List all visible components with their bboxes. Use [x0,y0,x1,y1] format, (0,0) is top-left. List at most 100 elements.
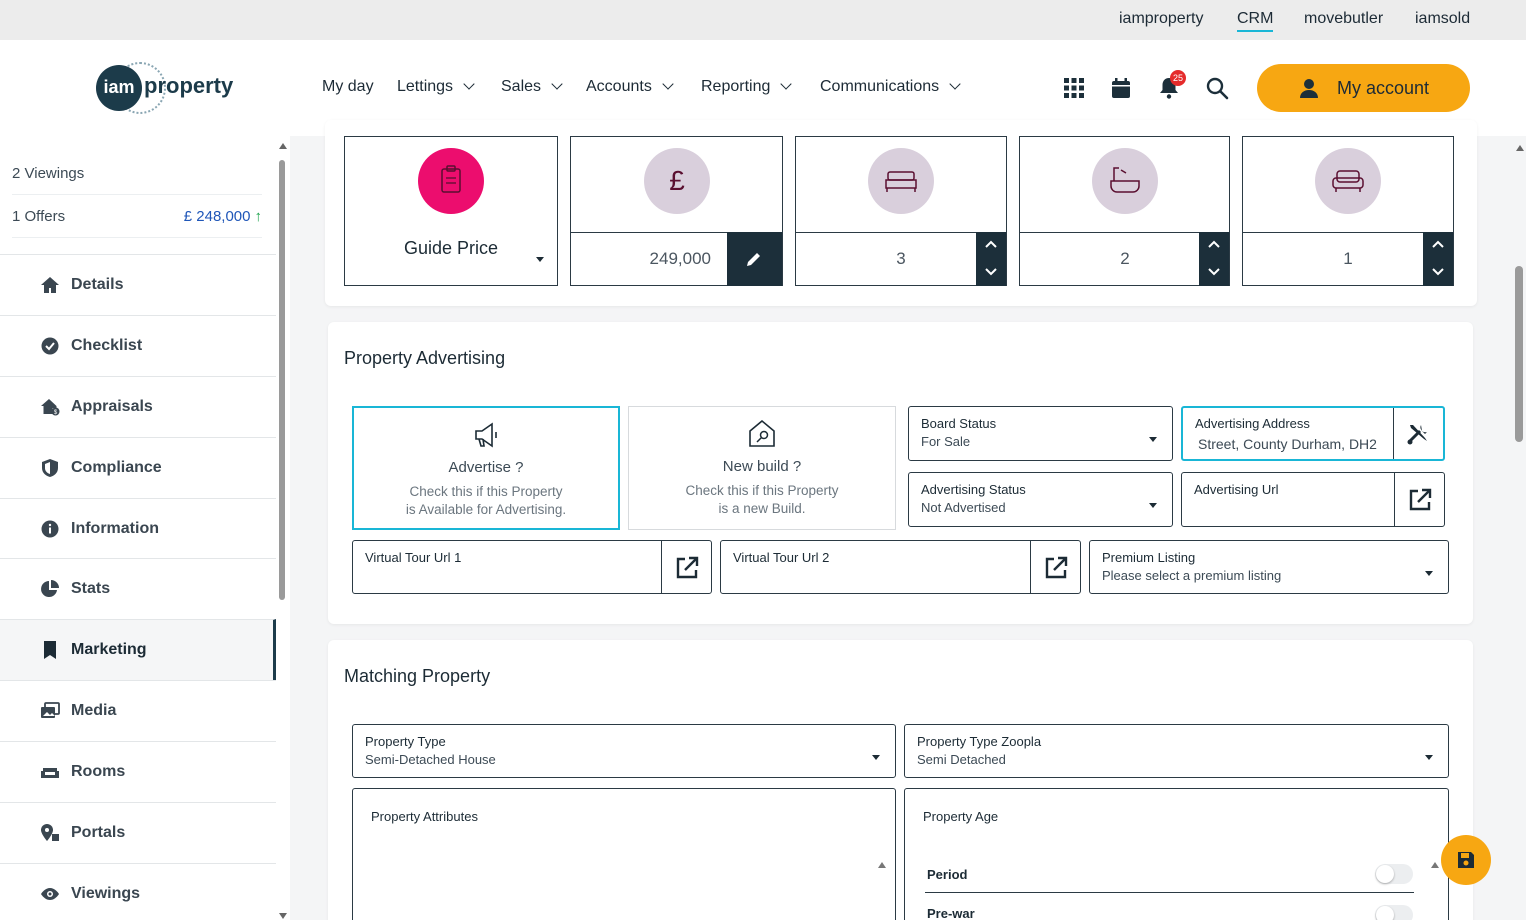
scroll-up-icon[interactable] [1430,861,1440,869]
scroll-down-icon[interactable] [278,912,288,920]
apps-grid-icon[interactable] [1062,76,1086,100]
property-type-zoopla-select[interactable]: Property Type Zoopla Semi Detached [904,724,1449,778]
prewar-toggle[interactable] [1375,905,1413,920]
property-type-value: Semi-Detached House [365,752,496,767]
caret-down-icon [536,257,544,262]
receptions-input[interactable]: 1 [1243,249,1453,269]
caret-down-icon [1425,755,1433,760]
board-status-select[interactable]: Board Status For Sale [908,406,1173,461]
property-type-label: Property Type [365,734,446,749]
nav-label: Lettings [397,78,454,95]
images-icon [41,702,60,718]
my-account-button[interactable]: My account [1257,64,1470,112]
scroll-up-icon[interactable] [278,142,288,150]
nav-sales[interactable]: Sales [501,78,563,96]
virtual-tour-1-open-button[interactable] [661,541,711,593]
sidebar-item-information[interactable]: Information [0,498,276,559]
virtual-tour-2-open-button[interactable] [1030,541,1080,593]
sidebar-item-rooms[interactable]: Rooms [0,741,276,802]
advertising-status-value: Not Advertised [921,500,1006,515]
virtual-tour-1-label: Virtual Tour Url 1 [365,550,462,565]
sidebar-scroll-thumb[interactable] [279,160,285,600]
nav-my-day[interactable]: My day [322,78,374,96]
my-account-label: My account [1337,78,1430,98]
premium-listing-select[interactable]: Premium Listing Please select a premium … [1089,540,1449,594]
page-scrollbar[interactable] [1513,136,1526,920]
sidebar-item-appraisals[interactable]: $ Appraisals [0,376,276,437]
divider [1243,232,1453,233]
guide-price-select[interactable]: Guide Price [345,238,557,259]
board-status-value: For Sale [921,434,971,449]
sidebar-item-viewings[interactable]: Viewings [0,863,276,920]
toggle-knob [1376,865,1394,883]
virtual-tour-url-2-field[interactable]: Virtual Tour Url 2 [720,540,1081,594]
sidebar-scrollbar[interactable] [278,143,287,919]
chevron-down-icon[interactable] [1432,268,1444,276]
pie-chart-icon [41,580,59,597]
bathrooms-stepper[interactable] [1199,232,1229,286]
sidebar-item-details[interactable]: Details [0,254,276,315]
calendar-icon[interactable] [1109,76,1133,100]
sidebar-item-label: Media [71,702,117,719]
age-option-label: Period [927,867,968,882]
advertising-address-field[interactable]: Advertising Address Street, County Durha… [1181,406,1445,461]
logo[interactable]: iam property [96,62,236,114]
nav-communications[interactable]: Communications [820,78,961,96]
chevron-up-icon[interactable] [1432,240,1444,248]
chevron-up-icon[interactable] [985,240,997,248]
top-link-crm[interactable]: CRM [1237,10,1274,32]
advertising-address-tools-button[interactable] [1393,408,1443,459]
chevron-down-icon[interactable] [1208,268,1220,276]
sidebar-item-marketing[interactable]: Marketing [0,619,276,680]
sidebar-item-label: Stats [71,580,111,597]
guide-price-box[interactable]: Guide Price [344,136,558,286]
edit-price-button[interactable] [727,232,782,286]
top-link-iamsold[interactable]: iamsold [1415,10,1470,28]
sidebar-item-compliance[interactable]: Compliance [0,437,276,498]
receptions-stepper[interactable] [1423,232,1453,286]
nav-lettings[interactable]: Lettings [397,78,475,96]
property-attributes-list[interactable]: Property Attributes [352,788,896,920]
scroll-up-icon[interactable] [1515,144,1525,152]
chevron-up-icon[interactable] [1208,240,1220,248]
bedrooms-input[interactable]: 3 [796,249,1006,269]
chevron-down-icon[interactable] [985,268,997,276]
search-icon[interactable] [1205,76,1229,100]
advertising-status-select[interactable]: Advertising Status Not Advertised [908,472,1173,527]
advertising-address-value[interactable]: Street, County Durham, DH2 [1198,436,1394,452]
property-attributes-label: Property Attributes [371,809,478,824]
period-toggle[interactable] [1375,864,1413,884]
nav-label: Communications [820,78,940,95]
bedrooms-stepper[interactable] [976,232,1006,286]
advertise-title: Advertise ? [448,459,524,476]
offers-value: £ 248,000 [183,208,251,225]
top-link-movebutler[interactable]: movebutler [1304,10,1383,28]
property-type-select[interactable]: Property Type Semi-Detached House [352,724,896,778]
top-link-iamproperty[interactable]: iamproperty [1119,10,1203,28]
sidebar-item-portals[interactable]: Portals [0,802,276,863]
property-age-list[interactable]: Property Age Period Pre-war [904,788,1449,920]
scroll-up-icon[interactable] [877,861,887,869]
advertising-url-open-button[interactable] [1394,473,1444,526]
page-scroll-thumb[interactable] [1515,266,1523,442]
sidebar-item-media[interactable]: Media [0,680,276,741]
premium-listing-placeholder: Please select a premium listing [1102,568,1282,583]
sidebar-item-label: Checklist [71,337,143,354]
save-button[interactable] [1441,835,1491,885]
advertise-toggle-card[interactable]: Advertise ? Check this if this Property i… [352,406,620,530]
virtual-tour-url-1-field[interactable]: Virtual Tour Url 1 [352,540,712,594]
caret-down-icon [1149,437,1157,442]
sidebar-item-checklist[interactable]: Checklist [0,315,276,376]
viewings-count: 2 Viewings [12,165,85,182]
nav-reporting[interactable]: Reporting [701,78,793,96]
price-input[interactable]: 249,000 [571,249,711,269]
sidebar-item-stats[interactable]: Stats [0,558,276,619]
advertising-title: Property Advertising [344,348,506,368]
check-circle-icon [41,337,59,355]
advertising-url-field[interactable]: Advertising Url [1181,472,1445,527]
new-build-toggle-card[interactable]: New build ? Check this if this Property i… [628,406,896,530]
nav-label: My day [322,78,374,95]
caret-down-icon [1425,571,1433,576]
nav-accounts[interactable]: Accounts [586,78,674,96]
trend-up-icon: ↑ [254,208,263,225]
